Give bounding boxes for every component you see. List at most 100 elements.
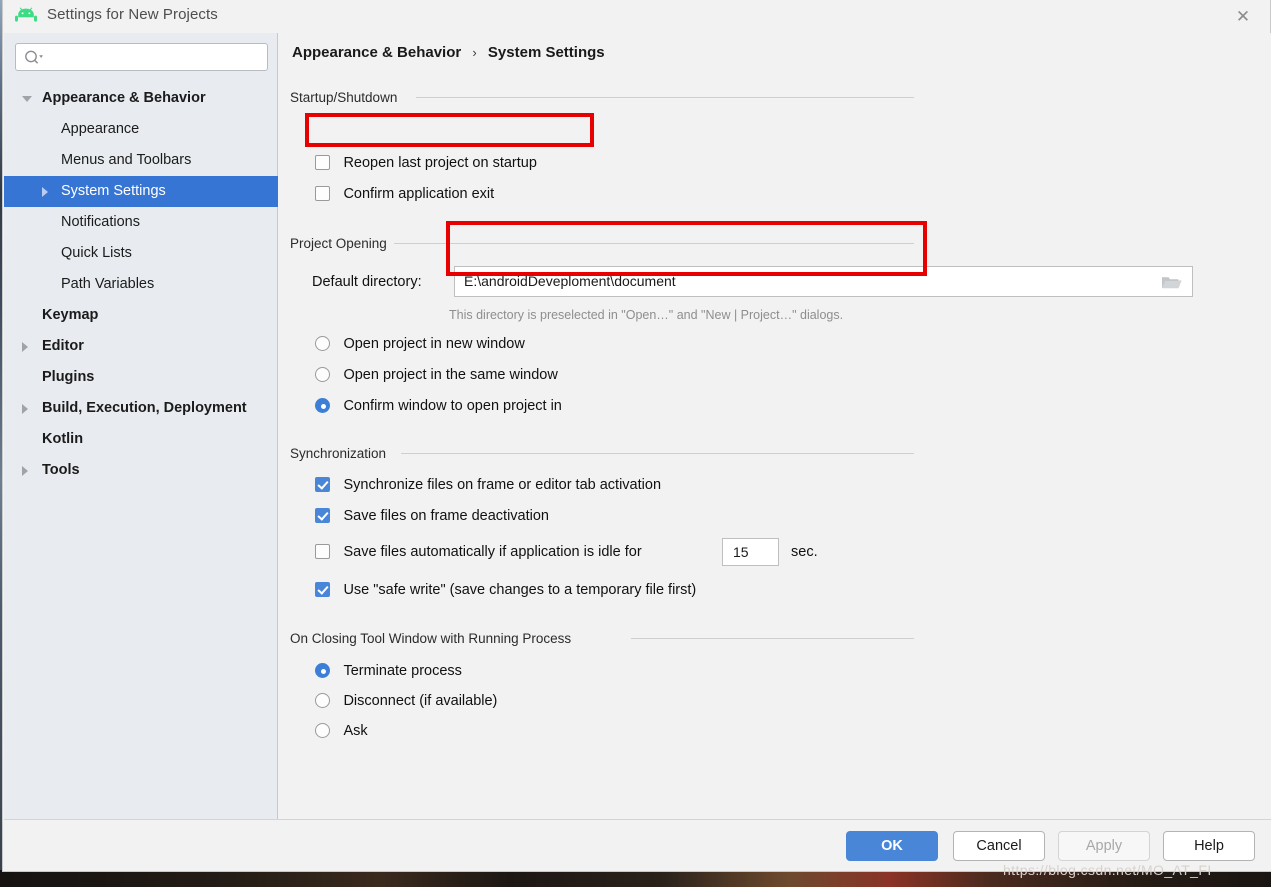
section-title-synchronization: Synchronization — [290, 446, 387, 461]
sidebar-item-quick-lists[interactable]: Quick Lists — [4, 238, 278, 269]
checkbox-row-synchronize-files[interactable]: Synchronize files on frame or editor tab… — [315, 476, 661, 494]
ok-button[interactable]: OK — [846, 831, 938, 861]
sidebar-item-keymap[interactable]: Keymap — [4, 300, 278, 331]
section-divider — [401, 453, 914, 454]
confirm-application-exit-label: Confirm application exit — [343, 185, 495, 202]
section-title-project-opening: Project Opening — [290, 236, 387, 251]
cancel-button[interactable]: Cancel — [953, 831, 1045, 861]
ask-radio[interactable] — [315, 723, 330, 739]
checkbox-row-autosave-idle[interactable]: Save files automatically if application … — [315, 543, 642, 561]
sidebar-item-menus-and-toolbars[interactable]: Menus and Toolbars — [4, 145, 278, 176]
open-project-same-window-radio[interactable] — [315, 367, 330, 383]
breadcrumb-leaf: System Settings — [487, 44, 605, 61]
chevron-down-icon[interactable] — [22, 96, 32, 102]
sidebar-item-label: Menus and Toolbars — [61, 152, 192, 168]
confirm-application-exit-checkbox[interactable] — [315, 186, 330, 202]
sidebar-item-appearance-and-behavior[interactable]: Appearance & Behavior — [4, 83, 278, 114]
checkbox-row-confirm-application-exit[interactable]: Confirm application exit — [315, 185, 494, 203]
search-icon — [24, 49, 44, 67]
radio-row-terminate-process[interactable]: Terminate process — [315, 662, 462, 680]
safe-write-checkbox[interactable] — [315, 582, 330, 598]
terminate-process-radio[interactable] — [315, 663, 330, 679]
sidebar-item-label: Notifications — [61, 214, 140, 230]
save-files-deactivation-label: Save files on frame deactivation — [343, 507, 549, 524]
sidebar-item-label: Plugins — [42, 369, 95, 385]
sidebar-item-appearance[interactable]: Appearance — [4, 114, 278, 145]
reopen-last-project-checkbox[interactable] — [315, 155, 330, 171]
settings-sidebar: Appearance & Behavior Appearance Menus a… — [4, 33, 278, 819]
section-title-closing-tool-window: On Closing Tool Window with Running Proc… — [290, 631, 572, 646]
safe-write-label: Use "safe write" (save changes to a temp… — [343, 581, 697, 598]
sidebar-item-label: Kotlin — [42, 431, 84, 447]
sidebar-item-label: Keymap — [42, 307, 99, 323]
title-bar: Settings for New Projects ✕ — [3, 0, 1270, 33]
radio-row-open-in-same-window[interactable]: Open project in the same window — [315, 366, 558, 384]
autosave-idle-label: Save files automatically if application … — [343, 543, 642, 560]
section-title-startup-shutdown: Startup/Shutdown — [290, 90, 398, 105]
dialog-footer: OK Cancel Apply Help — [4, 819, 1271, 871]
chevron-right-icon: › — [472, 45, 477, 60]
disconnect-label: Disconnect (if available) — [343, 692, 498, 709]
autosave-idle-unit-label: sec. — [791, 544, 818, 560]
open-project-new-window-radio[interactable] — [315, 336, 330, 352]
sidebar-item-label: Appearance — [61, 121, 140, 137]
sidebar-item-notifications[interactable]: Notifications — [4, 207, 278, 238]
folder-icon[interactable] — [1161, 274, 1183, 291]
window-title: Settings for New Projects — [47, 6, 218, 23]
sidebar-item-label: Tools — [42, 462, 80, 478]
search-box[interactable] — [15, 43, 268, 71]
checkbox-row-safe-write[interactable]: Use "safe write" (save changes to a temp… — [315, 581, 696, 599]
confirm-window-label: Confirm window to open project in — [343, 397, 562, 414]
settings-content-pane: Appearance & Behavior › System Settings … — [279, 33, 1271, 819]
synchronize-files-checkbox[interactable] — [315, 477, 330, 493]
sidebar-item-label: Quick Lists — [61, 245, 132, 261]
terminate-process-label: Terminate process — [343, 662, 462, 679]
autosave-idle-seconds-field[interactable]: 15 — [722, 538, 779, 566]
radio-row-ask[interactable]: Ask — [315, 722, 368, 740]
checkbox-row-save-on-deactivation[interactable]: Save files on frame deactivation — [315, 507, 549, 525]
chevron-right-icon[interactable] — [42, 187, 48, 197]
chevron-right-icon[interactable] — [22, 342, 28, 352]
sidebar-item-kotlin[interactable]: Kotlin — [4, 424, 278, 455]
sidebar-item-build-execution-deployment[interactable]: Build, Execution, Deployment — [4, 393, 278, 424]
sidebar-item-path-variables[interactable]: Path Variables — [4, 269, 278, 300]
chevron-right-icon[interactable] — [22, 466, 28, 476]
save-files-deactivation-checkbox[interactable] — [315, 508, 330, 524]
sidebar-item-system-settings[interactable]: System Settings — [4, 176, 278, 207]
radio-row-open-in-new-window[interactable]: Open project in new window — [315, 335, 525, 353]
confirm-window-radio[interactable] — [315, 398, 330, 414]
autosave-idle-checkbox[interactable] — [315, 544, 330, 560]
sidebar-item-label: Build, Execution, Deployment — [42, 400, 247, 416]
default-directory-field[interactable]: E:\androidDeveploment\document — [454, 266, 1193, 297]
synchronize-files-label: Synchronize files on frame or editor tab… — [343, 476, 662, 493]
default-directory-value: E:\androidDeveploment\document — [464, 273, 676, 289]
default-directory-hint: This directory is preselected in "Open…"… — [449, 308, 844, 322]
radio-row-disconnect[interactable]: Disconnect (if available) — [315, 692, 497, 710]
checkbox-row-reopen-last-project[interactable]: Reopen last project on startup — [315, 154, 537, 172]
autosave-idle-seconds-value: 15 — [733, 544, 749, 560]
close-icon[interactable]: ✕ — [1232, 6, 1254, 28]
sidebar-item-label: Path Variables — [61, 276, 155, 292]
search-input[interactable] — [48, 46, 262, 68]
section-divider — [394, 243, 914, 244]
default-directory-label: Default directory: — [312, 274, 422, 290]
disconnect-radio[interactable] — [315, 693, 330, 709]
breadcrumb: Appearance & Behavior › System Settings — [292, 44, 605, 61]
sidebar-item-label: Appearance & Behavior — [42, 90, 206, 106]
desktop-background-bottom-strip — [0, 870, 1271, 887]
section-divider — [631, 638, 914, 639]
android-icon — [15, 7, 37, 25]
sidebar-item-label: System Settings — [61, 183, 166, 199]
section-divider — [416, 97, 914, 98]
reopen-last-project-label: Reopen last project on startup — [343, 154, 537, 171]
help-button[interactable]: Help — [1163, 831, 1255, 861]
breadcrumb-root[interactable]: Appearance & Behavior — [292, 44, 461, 61]
sidebar-item-tools[interactable]: Tools — [4, 455, 278, 486]
sidebar-item-plugins[interactable]: Plugins — [4, 362, 278, 393]
settings-tree: Appearance & Behavior Appearance Menus a… — [4, 83, 278, 486]
screen: Settings for New Projects ✕ Appearance &… — [0, 0, 1271, 887]
open-project-same-window-label: Open project in the same window — [343, 366, 558, 383]
radio-row-confirm-window[interactable]: Confirm window to open project in — [315, 397, 562, 415]
chevron-right-icon[interactable] — [22, 404, 28, 414]
sidebar-item-editor[interactable]: Editor — [4, 331, 278, 362]
